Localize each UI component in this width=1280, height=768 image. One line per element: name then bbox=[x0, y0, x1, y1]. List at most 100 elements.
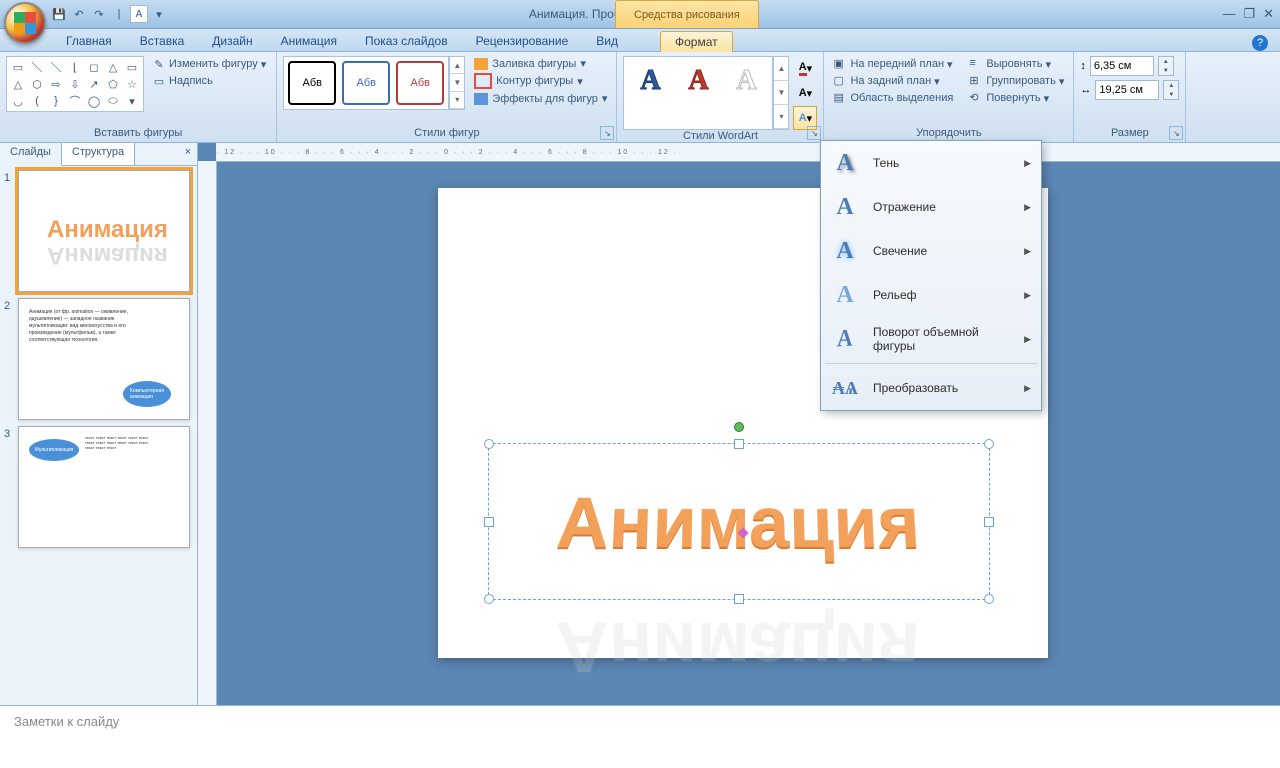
tab-animation[interactable]: Анимация bbox=[267, 31, 351, 51]
menu-shadow[interactable]: A Тень▶ bbox=[821, 141, 1041, 185]
undo-icon[interactable]: ↶ bbox=[70, 5, 88, 23]
notes-pane[interactable]: Заметки к слайду bbox=[0, 705, 1280, 768]
wa-swatch[interactable]: A bbox=[724, 61, 768, 101]
slide-thumbnail[interactable]: Мультипликация текст текст текст текст т… bbox=[18, 426, 190, 548]
edit-shape-button[interactable]: ✎Изменить фигуру ▾ bbox=[148, 56, 270, 72]
style-swatch[interactable]: Абв bbox=[288, 61, 336, 105]
submenu-arrow-icon: ▶ bbox=[1024, 334, 1031, 345]
shape-style-gallery[interactable]: Абв Абв Абв bbox=[283, 56, 449, 110]
send-back-button[interactable]: ▢На задний план ▾ bbox=[830, 73, 956, 89]
group-label-wordart-styles: Стили WordArt bbox=[623, 130, 817, 143]
dialog-launcher-icon[interactable]: ↘ bbox=[807, 126, 821, 140]
submenu-arrow-icon: ▶ bbox=[1024, 158, 1031, 169]
group-insert-shapes: ▭＼＼⌊◻△▭ △⬡⇨⇩↗⬠☆ ◡(}⌒◯⬭▾ ✎Изменить фигуру… bbox=[0, 52, 277, 142]
panel-close-icon[interactable]: × bbox=[179, 143, 197, 165]
textbox-icon: ▭ bbox=[152, 74, 166, 88]
reflection-icon: A bbox=[831, 193, 859, 221]
textbox-button[interactable]: ▭Надпись bbox=[148, 73, 270, 89]
rotate3d-icon: A bbox=[831, 323, 857, 354]
save-icon[interactable]: 💾 bbox=[50, 5, 68, 23]
menu-reflection[interactable]: A Отражение▶ bbox=[821, 185, 1041, 229]
dialog-launcher-icon[interactable]: ↘ bbox=[1169, 126, 1183, 140]
shape-effects-button[interactable]: Эффекты для фигур ▾ bbox=[471, 91, 610, 106]
selection-pane-button[interactable]: ▤Область выделения bbox=[830, 90, 956, 106]
rotate-handle[interactable] bbox=[734, 422, 744, 432]
style-swatch[interactable]: Абв bbox=[396, 61, 444, 105]
tab-review[interactable]: Рецензирование bbox=[462, 31, 583, 51]
group-label-arrange: Упорядочить bbox=[830, 127, 1067, 140]
align-button[interactable]: ≡Выровнять ▾ bbox=[966, 56, 1067, 72]
resize-handle[interactable] bbox=[984, 517, 994, 527]
height-input[interactable]: 6,35 см bbox=[1090, 56, 1154, 76]
maximize-icon[interactable]: ❐ bbox=[1243, 6, 1255, 22]
text-outline-button[interactable]: A▾ bbox=[793, 81, 817, 105]
menu-3d-rotation[interactable]: A Поворот объемной фигуры▶ bbox=[821, 317, 1041, 361]
bring-front-button[interactable]: ▣На передний план ▾ bbox=[830, 56, 956, 72]
title-bar: 💾 ↶ ↷ | A ▾ Анимация. Проба - Microsoft … bbox=[0, 0, 1280, 29]
width-icon: ↔ bbox=[1080, 84, 1091, 96]
font-icon[interactable]: A bbox=[130, 5, 148, 23]
tab-format[interactable]: Формат bbox=[660, 31, 733, 52]
resize-handle[interactable] bbox=[734, 439, 744, 449]
group-icon: ⊞ bbox=[969, 74, 983, 88]
adjust-handle[interactable] bbox=[737, 528, 748, 539]
workspace: Слайды Структура × 1 Анимация Анимация 2… bbox=[0, 143, 1280, 705]
tab-slideshow[interactable]: Показ слайдов bbox=[351, 31, 462, 51]
slide-editor[interactable]: · 12 · · · 10 · · · 8 · · · 6 · · · 4 · … bbox=[198, 143, 1280, 705]
menu-transform[interactable]: ₳Ѧ Преобразовать▶ bbox=[821, 366, 1041, 410]
tab-view[interactable]: Вид bbox=[582, 31, 632, 51]
height-icon: ↕ bbox=[1080, 60, 1086, 72]
menu-glow[interactable]: A Свечение▶ bbox=[821, 229, 1041, 273]
close-icon[interactable]: ✕ bbox=[1263, 6, 1274, 22]
slide-thumbnail[interactable]: Анимация (от фр. animation — оживление,о… bbox=[18, 298, 190, 420]
width-spinner[interactable]: ▲▼ bbox=[1163, 80, 1179, 100]
qat-dropdown-icon[interactable]: ▾ bbox=[150, 5, 168, 23]
resize-handle[interactable] bbox=[484, 594, 494, 604]
redo-icon[interactable]: ↷ bbox=[90, 5, 108, 23]
shape-fill-button[interactable]: Заливка фигуры ▾ bbox=[471, 56, 610, 71]
contextual-tab-drawing-tools: Средства рисования bbox=[615, 0, 759, 28]
thumb-number: 1 bbox=[4, 170, 18, 292]
text-fill-icon: A bbox=[799, 61, 807, 76]
submenu-arrow-icon: ▶ bbox=[1024, 246, 1031, 257]
wa-gallery-scroll[interactable]: ▲▼▾ bbox=[773, 56, 789, 130]
resize-handle[interactable] bbox=[984, 439, 994, 449]
width-input[interactable]: 19,25 см bbox=[1095, 80, 1159, 100]
resize-handle[interactable] bbox=[984, 594, 994, 604]
tab-insert[interactable]: Вставка bbox=[126, 31, 199, 51]
group-arrange: ▣На передний план ▾ ≡Выровнять ▾ ▢На зад… bbox=[824, 52, 1074, 142]
resize-handle[interactable] bbox=[734, 594, 744, 604]
tab-design[interactable]: Дизайн bbox=[198, 31, 266, 51]
office-button[interactable] bbox=[4, 2, 46, 44]
gallery-scroll[interactable]: ▲▼▾ bbox=[449, 56, 465, 110]
height-spinner[interactable]: ▲▼ bbox=[1158, 56, 1174, 76]
tab-home[interactable]: Главная bbox=[52, 31, 126, 51]
shapes-gallery[interactable]: ▭＼＼⌊◻△▭ △⬡⇨⇩↗⬠☆ ◡(}⌒◯⬭▾ bbox=[6, 56, 144, 112]
text-effects-dropdown: A Тень▶ A Отражение▶ A Свечение▶ A Релье… bbox=[820, 140, 1042, 411]
resize-handle[interactable] bbox=[484, 439, 494, 449]
dialog-launcher-icon[interactable]: ↘ bbox=[600, 126, 614, 140]
tab-slides[interactable]: Слайды bbox=[0, 143, 62, 166]
help-icon[interactable]: ? bbox=[1252, 35, 1268, 51]
slide-thumbnail[interactable]: Анимация Анимация bbox=[18, 170, 190, 292]
thumbnail-list: 1 Анимация Анимация 2 Анимация (от фр. a… bbox=[0, 166, 197, 705]
shape-outline-button[interactable]: Контур фигуры ▾ bbox=[471, 72, 610, 90]
wa-swatch[interactable]: A bbox=[676, 61, 720, 101]
minimize-icon[interactable]: — bbox=[1222, 6, 1235, 22]
rotate-button[interactable]: ⟲Повернуть ▾ bbox=[966, 90, 1067, 106]
vertical-ruler bbox=[198, 161, 217, 705]
style-swatch[interactable]: Абв bbox=[342, 61, 390, 105]
text-effects-icon: A bbox=[799, 112, 807, 124]
group-wordart-styles: A A A ▲▼▾ A▾ A▾ A▾ Стили WordArt ↘ bbox=[617, 52, 824, 142]
text-fill-button[interactable]: A▾ bbox=[793, 56, 817, 80]
wordart-gallery[interactable]: A A A bbox=[623, 56, 773, 130]
ribbon: ▭＼＼⌊◻△▭ △⬡⇨⇩↗⬠☆ ◡(}⌒◯⬭▾ ✎Изменить фигуру… bbox=[0, 52, 1280, 143]
menu-bevel[interactable]: A Рельеф▶ bbox=[821, 273, 1041, 317]
group-label-shape-styles: Стили фигур bbox=[283, 127, 610, 140]
resize-handle[interactable] bbox=[484, 517, 494, 527]
tab-outline[interactable]: Структура bbox=[62, 143, 135, 165]
group-button[interactable]: ⊞Группировать ▾ bbox=[966, 73, 1067, 89]
slide-panel: Слайды Структура × 1 Анимация Анимация 2… bbox=[0, 143, 198, 705]
edit-shape-icon: ✎ bbox=[152, 57, 166, 71]
wa-swatch[interactable]: A bbox=[628, 61, 672, 101]
